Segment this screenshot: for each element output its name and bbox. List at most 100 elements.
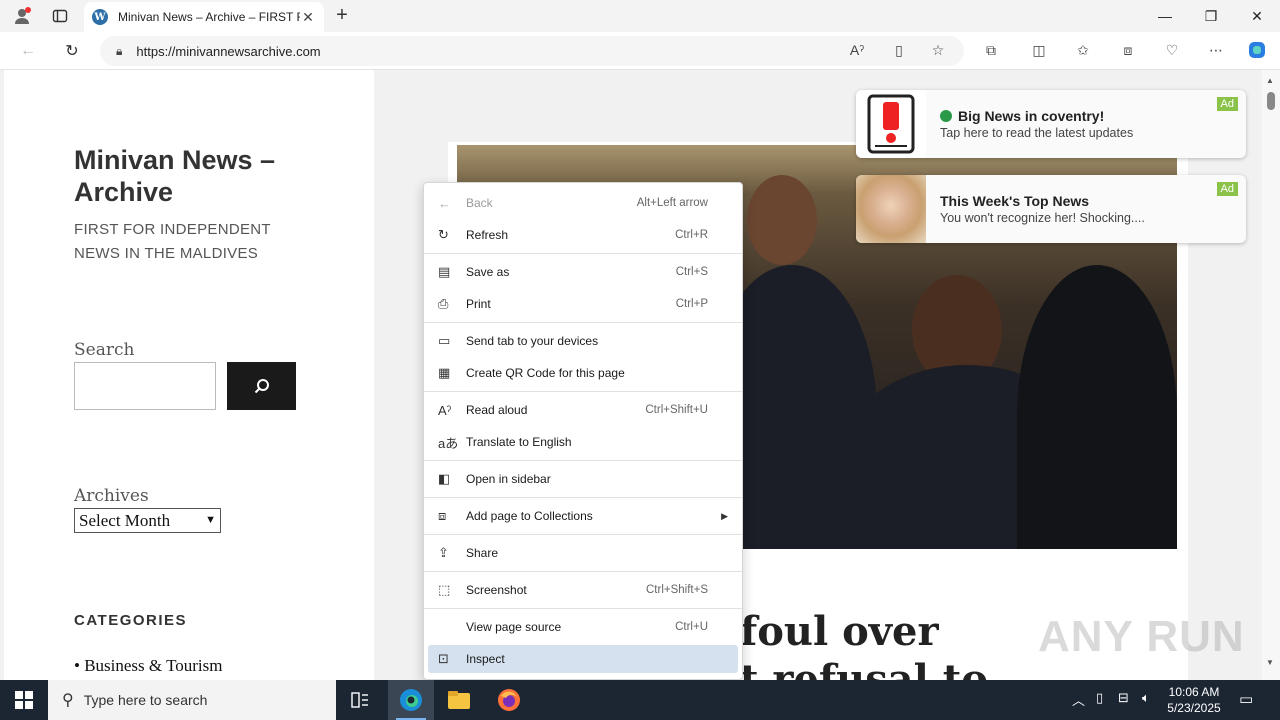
notification-ad[interactable]: This Week's Top News You won't recognize… — [856, 175, 1246, 243]
network-icon[interactable]: ⊟ — [1118, 690, 1129, 706]
read-aloud-icon[interactable]: Aˀ — [846, 39, 868, 61]
menu-item-save-as[interactable]: ▤ Save as Ctrl+S — [428, 258, 738, 286]
menu-shortcut: Ctrl+S — [675, 266, 708, 278]
save-icon: ▤ — [438, 264, 451, 279]
clock-date: 5/23/2025 — [1167, 701, 1221, 715]
sidebar-icon: ◧ — [438, 471, 451, 486]
file-explorer-icon[interactable] — [436, 680, 482, 720]
collections-icon: ⧈ — [438, 508, 447, 523]
menu-item-translate[interactable]: aあ Translate to English — [428, 428, 738, 456]
back-button[interactable]: ← — [16, 39, 40, 63]
scrollbar-thumb[interactable] — [1267, 92, 1275, 110]
vertical-scrollbar[interactable]: ▲ ▼ — [1262, 70, 1280, 680]
devices-icon: ▭ — [438, 333, 451, 348]
watermark-text: ANY RUN — [1038, 612, 1245, 661]
start-button[interactable] — [0, 680, 48, 720]
menu-shortcut: Alt+Left arrow — [636, 197, 708, 209]
tab-active[interactable]: W Minivan News – Archive – FIRST F ✕ — [84, 2, 324, 32]
menu-label: Inspect — [466, 652, 505, 666]
back-arrow-icon: ← — [438, 195, 451, 211]
inspect-icon: ⊡ — [438, 651, 449, 666]
site-title[interactable]: Minivan News – Archive — [74, 144, 334, 208]
scroll-up-icon[interactable]: ▲ — [1266, 76, 1274, 85]
menu-label: Send tab to your devices — [466, 334, 599, 348]
minimize-button[interactable]: — — [1142, 0, 1188, 32]
ad-badge: Ad — [1216, 182, 1238, 196]
menu-item-refresh[interactable]: ↻ Refresh Ctrl+R — [428, 221, 738, 249]
menu-item-qr-code[interactable]: ▦ Create QR Code for this page — [428, 359, 738, 387]
categories-title: CATEGORIES — [74, 612, 188, 629]
task-view-icon[interactable] — [337, 680, 383, 720]
clock[interactable]: 10:06 AM 5/23/2025 — [1160, 684, 1228, 716]
menu-item-screenshot[interactable]: ⬚ Screenshot Ctrl+Shift+S — [428, 576, 738, 604]
menu-label: Save as — [466, 265, 510, 279]
favorite-star-icon[interactable]: ☆ — [927, 39, 949, 61]
battery-icon[interactable]: ▯ — [1096, 690, 1103, 706]
profile-icon[interactable] — [10, 4, 34, 28]
volume-icon[interactable]: 🔈︎ — [1142, 690, 1150, 706]
more-options-icon[interactable]: ⋯ — [1205, 39, 1227, 61]
tab-actions-icon[interactable] — [48, 4, 72, 28]
restore-button[interactable]: ❐ — [1188, 0, 1234, 32]
menu-item-send-tab[interactable]: ▭ Send tab to your devices — [428, 327, 738, 355]
scroll-down-icon[interactable]: ▼ — [1266, 658, 1274, 667]
menu-item-add-collections[interactable]: ⧈ Add page to Collections ▶ — [428, 502, 738, 530]
menu-item-read-aloud[interactable]: Aˀ Read aloud Ctrl+Shift+U — [428, 396, 738, 424]
refresh-icon: ↻ — [438, 227, 449, 242]
refresh-button[interactable]: ↻ — [60, 39, 84, 63]
category-link[interactable]: • Business & Tourism — [74, 656, 223, 676]
split-screen-icon[interactable]: ◫ — [1028, 39, 1050, 61]
menu-divider — [424, 322, 742, 323]
menu-divider — [424, 391, 742, 392]
ad-body: You won't recognize her! Shocking.... — [940, 211, 1145, 225]
menu-item-back[interactable]: ← Back Alt+Left arrow — [428, 189, 738, 217]
taskbar-search-box[interactable]: ⚲ Type here to search — [48, 680, 336, 720]
close-window-button[interactable]: ✕ — [1234, 0, 1280, 32]
menu-divider — [424, 608, 742, 609]
menu-shortcut: Ctrl+Shift+U — [645, 404, 708, 416]
new-tab-button[interactable]: + — [330, 4, 354, 28]
globe-icon — [940, 110, 952, 122]
menu-divider — [424, 497, 742, 498]
favorites-icon[interactable]: ✩ — [1072, 39, 1094, 61]
menu-item-print[interactable]: ⎙ Print Ctrl+P — [428, 290, 738, 318]
translate-icon: aあ — [438, 435, 459, 451]
search-input[interactable] — [74, 362, 216, 410]
blurred-photo-thumbnail — [856, 175, 926, 243]
edge-taskbar-icon[interactable] — [388, 680, 434, 720]
search-icon — [254, 379, 269, 394]
close-tab-icon[interactable]: ✕ — [300, 9, 316, 26]
clock-time: 10:06 AM — [1168, 685, 1220, 699]
browser-essentials-icon[interactable]: ♡ — [1161, 39, 1183, 61]
firefox-icon[interactable] — [486, 680, 532, 720]
menu-divider — [424, 534, 742, 535]
taskbar-search-placeholder: Type here to search — [83, 692, 208, 708]
lock-icon[interactable]: 🔒︎ — [116, 44, 122, 59]
site-description: FIRST FOR INDEPENDENT NEWS IN THE MALDIV… — [74, 221, 271, 262]
address-bar[interactable]: 🔒︎ https://minivannewsarchive.com — [100, 36, 964, 66]
taskbar: ⚲ Type here to search ︿ ▯ ⊟ 🔈︎ 10:06 AM … — [0, 680, 1280, 720]
menu-label: Screenshot — [466, 583, 527, 597]
extensions-icon[interactable]: ⧉ — [980, 39, 1002, 61]
menu-item-open-sidebar[interactable]: ◧ Open in sidebar — [428, 465, 738, 493]
menu-label: Refresh — [466, 228, 509, 242]
menu-label: View page source — [466, 620, 562, 634]
article-headline[interactable]: foul over t refusal to — [740, 608, 988, 680]
search-button[interactable] — [227, 362, 296, 410]
notification-ad[interactable]: Big News in coventry! Tap here to read t… — [856, 90, 1246, 158]
submenu-arrow-icon: ▶ — [721, 510, 728, 521]
copilot-icon[interactable] — [1246, 39, 1268, 61]
menu-item-share[interactable]: ⇪ Share — [428, 539, 738, 567]
menu-item-inspect[interactable]: ⊡ Inspect — [428, 645, 738, 673]
headline-line-1: foul over — [740, 608, 939, 655]
show-hidden-icons-chevron-icon[interactable]: ︿ — [1072, 690, 1085, 709]
browser-toolbar: ← ↻ 🔒︎ https://minivannewsarchive.com Aˀ… — [0, 32, 1280, 70]
immersive-reader-icon[interactable]: ▯ — [888, 39, 910, 61]
tab-title: Minivan News – Archive – FIRST F — [118, 10, 300, 24]
archives-dropdown[interactable]: Select Month ▼ — [74, 508, 221, 533]
search-icon: ⚲ — [62, 692, 74, 709]
menu-label: Add page to Collections — [466, 509, 593, 523]
notifications-icon[interactable]: ▭ — [1239, 690, 1253, 708]
collections-icon[interactable]: ⧈ — [1117, 39, 1139, 61]
menu-item-view-source[interactable]: View page source Ctrl+U — [428, 613, 738, 641]
